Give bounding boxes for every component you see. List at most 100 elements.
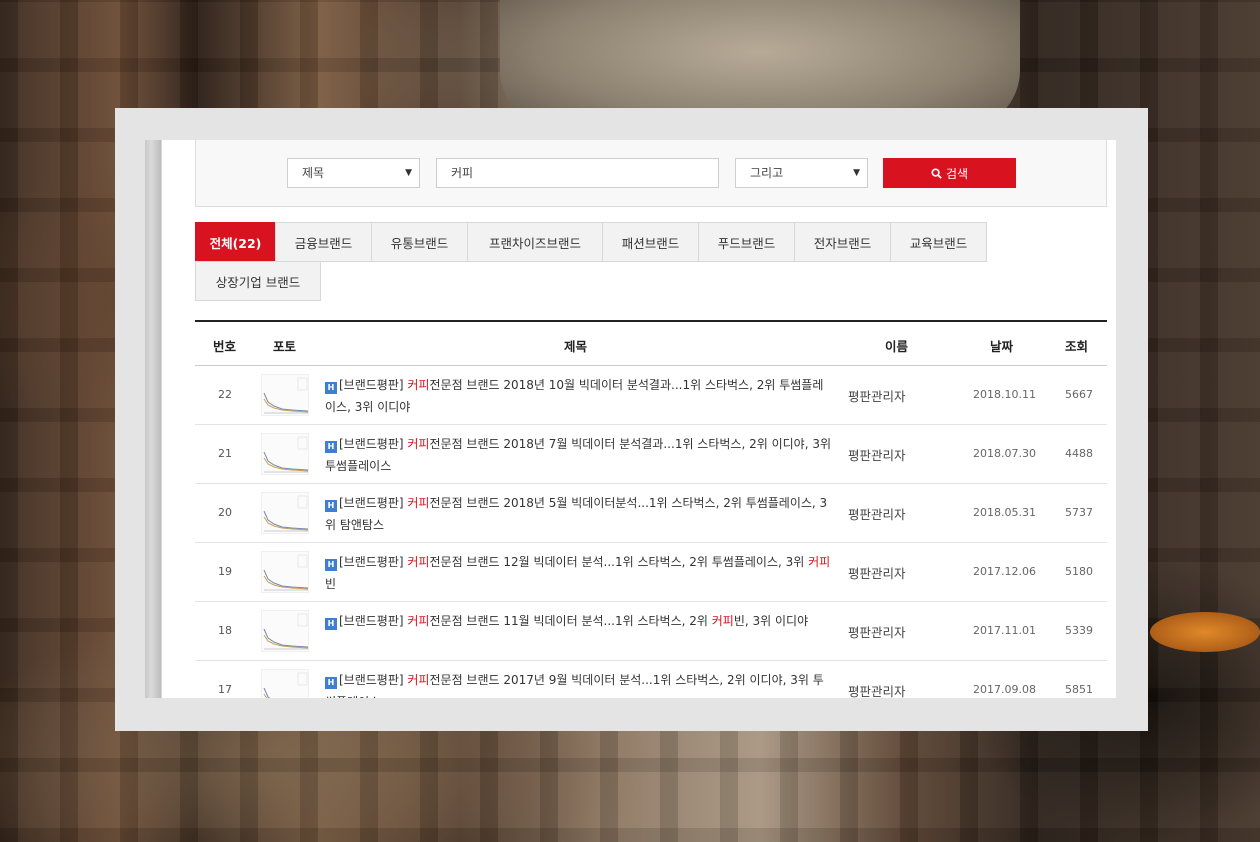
tab-electronics[interactable]: 전자브랜드 [794,222,891,262]
tab-label: 푸드브랜드 [717,235,776,251]
title-prefix: [브랜드평판] [339,614,408,628]
post-number: 20 [218,506,232,519]
table-row[interactable]: 17 H [브랜드평판] 커피전문점 브랜드 2017년 9월 빅데이터 분석...… [195,661,1107,698]
post-title-link[interactable]: H [브랜드평판] 커피전문점 브랜드 2018년 5월 빅데이터분석...1위 … [325,492,833,536]
post-number: 19 [218,565,232,578]
title-keyword: 커피 [407,496,430,510]
post-thumbnail[interactable] [261,433,309,475]
search-button-label: 검색 [945,166,969,181]
search-input[interactable]: 커피 [436,158,719,188]
title-prefix: [브랜드평판] [339,496,408,510]
post-title-link[interactable]: H [브랜드평판] 커피전문점 브랜드 2018년 10월 빅데이터 분석결과..… [325,374,833,418]
post-views: 5851 [1065,683,1093,696]
header-num: 번호 [213,339,237,354]
tab-listed-company[interactable]: 상장기업 브랜드 [195,261,321,301]
header-date: 날짜 [990,339,1014,354]
title-prefix: [브랜드평판] [339,378,408,392]
post-views: 4488 [1065,447,1093,460]
table-header: 번호 포토 제목 이름 날짜 조회 [195,322,1107,366]
post-views: 5667 [1065,388,1093,401]
table-row[interactable]: 22 H [브랜드평판] 커피전문점 브랜드 2018년 10월 빅데이터 분석결과… [195,366,1107,425]
table-row[interactable]: 20 H [브랜드평판] 커피전문점 브랜드 2018년 5월 빅데이터분석...1… [195,484,1107,543]
tab-food[interactable]: 푸드브랜드 [698,222,795,262]
title-keyword: 커피 [407,378,430,392]
post-author: 평판관리자 [848,684,906,698]
post-number: 21 [218,447,232,460]
chevron-down-icon: ▼ [853,168,860,178]
post-title-link[interactable]: H [브랜드평판] 커피전문점 브랜드 12월 빅데이터 분석...1위 스타벅스… [325,551,833,595]
post-thumbnail[interactable] [261,551,309,593]
search-operator-select[interactable]: 그리고 ▼ [735,158,868,188]
tab-label: 프랜차이즈브랜드 [488,235,581,251]
post-author: 평판관리자 [848,448,906,463]
table-row[interactable]: 21 H [브랜드평판] 커피전문점 브랜드 2018년 7월 빅데이터 분석결과.… [195,425,1107,484]
tab-all[interactable]: 전체(22) [195,222,276,262]
search-button[interactable]: 검색 [883,158,1016,188]
title-keyword: 커피 [808,555,831,569]
chevron-down-icon: ▼ [405,168,412,178]
title-keyword: 커피 [407,437,430,451]
tab-franchise[interactable]: 프랜차이즈브랜드 [467,222,603,262]
post-views: 5737 [1065,506,1093,519]
title-text: 빈 [325,577,337,591]
tab-education[interactable]: 교육브랜드 [890,222,987,262]
title-prefix: [브랜드평판] [339,673,408,687]
post-author: 평판관리자 [848,507,906,522]
header-photo: 포토 [273,339,297,354]
post-title-link[interactable]: H [브랜드평판] 커피전문점 브랜드 2017년 9월 빅데이터 분석...1위… [325,669,833,698]
post-number: 18 [218,624,232,637]
tab-label: 금융브랜드 [294,235,353,251]
hot-badge-icon: H [325,441,337,453]
post-thumbnail[interactable] [261,669,309,698]
tab-fashion[interactable]: 패션브랜드 [602,222,699,262]
header-name: 이름 [885,339,909,354]
post-number: 17 [218,683,232,696]
title-keyword: 커피 [407,555,430,569]
post-thumbnail[interactable] [261,610,309,652]
search-operator-value: 그리고 [750,166,784,180]
page-viewport: 제목 ▼ 커피 그리고 ▼ 검색 전체(22) 금융브랜드 유통브랜드 프랜차이… [145,140,1116,698]
tab-label: 교육브랜드 [909,235,968,251]
post-author: 평판관리자 [848,625,906,640]
hot-badge-icon: H [325,382,337,394]
tab-label: 유통브랜드 [390,235,449,251]
hot-badge-icon: H [325,677,337,689]
title-text: 전문점 브랜드 11월 빅데이터 분석...1위 스타벅스, 2위 [429,614,712,628]
post-title-link[interactable]: H [브랜드평판] 커피전문점 브랜드 2018년 7월 빅데이터 분석결과...… [325,433,833,477]
search-area: 제목 ▼ 커피 그리고 ▼ 검색 [195,140,1107,207]
table-row[interactable]: 19 H [브랜드평판] 커피전문점 브랜드 12월 빅데이터 분석...1위 스타… [195,543,1107,602]
post-views: 5339 [1065,624,1093,637]
post-date: 2017.11.01 [973,624,1036,637]
header-views: 조회 [1065,339,1089,354]
table-row[interactable]: 18 H [브랜드평판] 커피전문점 브랜드 11월 빅데이터 분석...1위 스타… [195,602,1107,661]
title-keyword: 커피 [407,673,430,687]
tab-label: 전자브랜드 [813,235,872,251]
hot-badge-icon: H [325,500,337,512]
post-date: 2018.05.31 [973,506,1036,519]
post-views: 5180 [1065,565,1093,578]
title-prefix: [브랜드평판] [339,437,408,451]
tab-label: 상장기업 브랜드 [215,274,301,290]
background-tea-cup [1150,612,1260,652]
board-table: 번호 포토 제목 이름 날짜 조회 22 H [브랜드평판] 커피전문점 브랜드 2… [195,320,1107,698]
search-field-select[interactable]: 제목 ▼ [287,158,420,188]
post-date: 2018.10.11 [973,388,1036,401]
search-icon [931,167,942,179]
tab-label: 전체(22) [209,235,262,251]
tab-finance[interactable]: 금융브랜드 [275,222,372,262]
post-thumbnail[interactable] [261,492,309,534]
left-scroll-edge [145,140,162,698]
title-keyword: 커피 [711,614,734,628]
post-title-link[interactable]: H [브랜드평판] 커피전문점 브랜드 11월 빅데이터 분석...1위 스타벅스… [325,610,833,632]
hot-badge-icon: H [325,618,337,630]
post-author: 평판관리자 [848,566,906,581]
post-date: 2017.09.08 [973,683,1036,696]
title-keyword: 커피 [407,614,430,628]
header-title: 제목 [564,339,588,354]
table-body: 22 H [브랜드평판] 커피전문점 브랜드 2018년 10월 빅데이터 분석결과… [195,366,1107,698]
board-content: 제목 ▼ 커피 그리고 ▼ 검색 전체(22) 금융브랜드 유통브랜드 프랜차이… [195,140,1107,698]
post-thumbnail[interactable] [261,374,309,416]
post-date: 2017.12.06 [973,565,1036,578]
tab-retail[interactable]: 유통브랜드 [371,222,468,262]
tab-label: 패션브랜드 [621,235,680,251]
